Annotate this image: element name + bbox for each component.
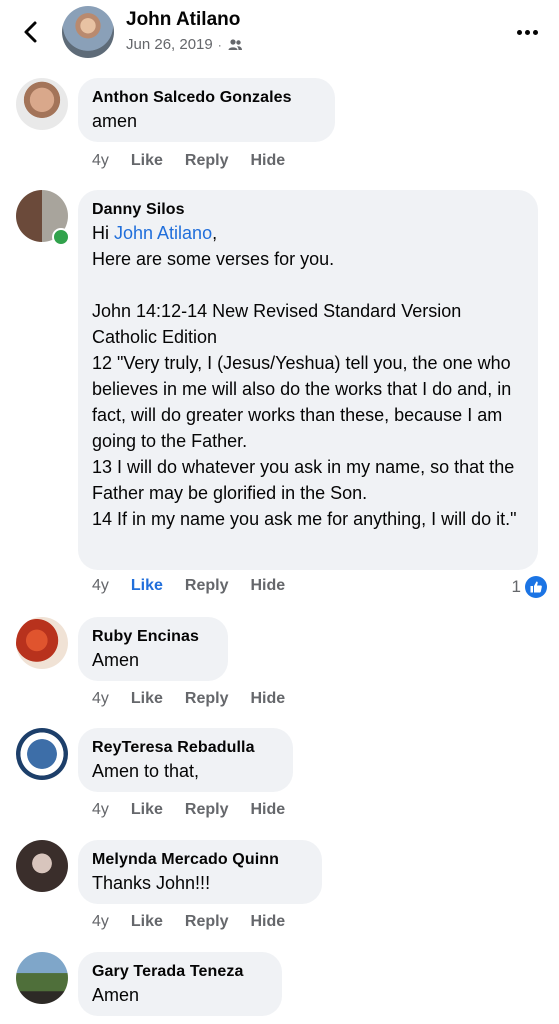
comment-time: 4y bbox=[92, 152, 109, 169]
like-button[interactable]: Like bbox=[131, 577, 163, 595]
like-button[interactable]: Like bbox=[131, 801, 163, 819]
chevron-left-icon bbox=[24, 21, 37, 43]
comment-text: Amen bbox=[92, 650, 140, 670]
avatar[interactable] bbox=[16, 840, 68, 892]
reply-button[interactable]: Reply bbox=[185, 152, 229, 170]
comment-time: 4y bbox=[92, 801, 109, 818]
avatar[interactable] bbox=[16, 728, 68, 780]
comment-time: 4y bbox=[92, 690, 109, 707]
hide-button[interactable]: Hide bbox=[251, 913, 286, 931]
comment-time: 4y bbox=[92, 577, 109, 594]
post-header: John Atilano Jun 26, 2019 · bbox=[0, 0, 559, 66]
reply-button[interactable]: Reply bbox=[185, 913, 229, 931]
avatar[interactable] bbox=[16, 952, 68, 1004]
meta-separator: · bbox=[217, 37, 222, 52]
comment-actions: 4y Like Reply Hide bbox=[92, 913, 307, 931]
comment-author[interactable]: Danny Silos bbox=[92, 200, 524, 220]
hide-button[interactable]: Hide bbox=[251, 690, 286, 708]
avatar[interactable] bbox=[16, 617, 68, 669]
reply-button[interactable]: Reply bbox=[185, 690, 229, 708]
post-meta: Jun 26, 2019 · bbox=[126, 36, 243, 53]
post-date[interactable]: Jun 26, 2019 bbox=[126, 36, 213, 53]
comment-author[interactable]: Melynda Mercado Quinn bbox=[92, 850, 308, 870]
comment-greeting: Hi John Atilano, bbox=[92, 220, 524, 246]
like-button[interactable]: Like bbox=[131, 152, 163, 170]
comment-actions: 4y Like Reply Hide bbox=[92, 152, 307, 170]
avatar[interactable] bbox=[16, 78, 68, 130]
comment-bubble[interactable]: Ruby Encinas Amen bbox=[78, 617, 228, 681]
hide-button[interactable]: Hide bbox=[251, 577, 286, 595]
comment-bubble[interactable]: Gary Terada Teneza Amen bbox=[78, 952, 282, 1016]
comment-text: Here are some verses for you. John 14:12… bbox=[92, 249, 517, 529]
more-horizontal-icon bbox=[516, 29, 522, 35]
comment-author[interactable]: Gary Terada Teneza bbox=[92, 962, 268, 982]
greeting-end: , bbox=[212, 223, 218, 243]
hide-button[interactable]: Hide bbox=[251, 152, 286, 170]
comment-author[interactable]: Ruby Encinas bbox=[92, 627, 214, 647]
mention-link[interactable]: John Atilano bbox=[114, 223, 212, 243]
thumbs-up-icon bbox=[525, 576, 547, 598]
comment-actions: 4y Like Reply Hide bbox=[92, 690, 307, 708]
comment-bubble[interactable]: Anthon Salcedo Gonzales amen bbox=[78, 78, 335, 142]
comment-bubble[interactable]: Melynda Mercado Quinn Thanks John!!! bbox=[78, 840, 322, 904]
comment-actions: 4y Like Reply Hide bbox=[92, 801, 307, 819]
post-author-name[interactable]: John Atilano bbox=[126, 9, 240, 31]
comment-bubble[interactable]: ReyTeresa Rebadulla Amen to that, bbox=[78, 728, 293, 792]
comment-text: Amen bbox=[92, 985, 140, 1005]
comment-text: amen bbox=[92, 111, 138, 131]
reply-button[interactable]: Reply bbox=[185, 801, 229, 819]
more-options-button[interactable] bbox=[512, 20, 542, 44]
comment-actions: 4y Like Reply Hide bbox=[92, 577, 307, 595]
reaction-count: 1 bbox=[511, 577, 521, 596]
back-button[interactable] bbox=[18, 18, 46, 46]
comment-time: 4y bbox=[92, 913, 109, 930]
reaction-summary[interactable]: 1 bbox=[512, 576, 547, 598]
like-button[interactable]: Like bbox=[131, 690, 163, 708]
comment-bubble[interactable]: Danny Silos Hi John Atilano, Here are so… bbox=[78, 190, 538, 570]
comment-author[interactable]: Anthon Salcedo Gonzales bbox=[92, 88, 321, 108]
like-button[interactable]: Like bbox=[131, 913, 163, 931]
comment-text: Thanks John!!! bbox=[92, 873, 211, 893]
greeting-text: Hi bbox=[92, 223, 114, 243]
author-avatar[interactable] bbox=[62, 6, 114, 58]
comment-author[interactable]: ReyTeresa Rebadulla bbox=[92, 738, 279, 758]
reply-button[interactable]: Reply bbox=[185, 577, 229, 595]
friends-icon bbox=[228, 38, 242, 50]
online-status-indicator bbox=[52, 228, 70, 246]
hide-button[interactable]: Hide bbox=[251, 801, 286, 819]
comment-text: Amen to that, bbox=[92, 761, 200, 781]
